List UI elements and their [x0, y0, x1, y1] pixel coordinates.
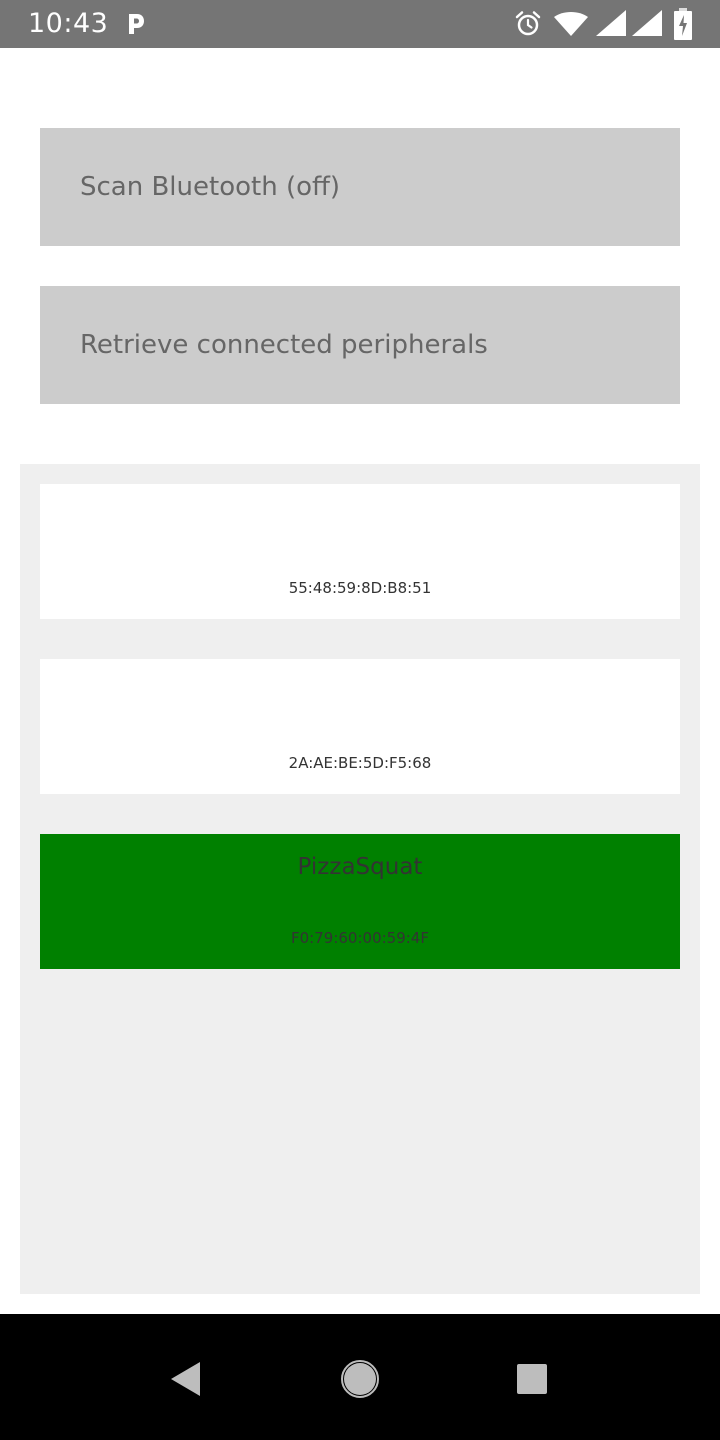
device-row-connected[interactable]: PizzaSquat F0:79:60:00:59:4F [40, 834, 680, 969]
back-icon[interactable] [160, 1354, 210, 1404]
device-id: 55:48:59:8D:B8:51 [288, 579, 432, 597]
device-row[interactable]: 2A:AE:BE:5D:F5:68 [40, 659, 680, 794]
home-icon[interactable] [335, 1354, 385, 1404]
status-time: 10:43 [28, 8, 109, 39]
device-id: F0:79:60:00:59:4F [291, 929, 429, 947]
recents-icon[interactable] [507, 1354, 557, 1404]
device-row[interactable]: 55:48:59:8D:B8:51 [40, 484, 680, 619]
device-id: 2A:AE:BE:5D:F5:68 [288, 754, 432, 772]
scan-bluetooth-label: Scan Bluetooth (off) [80, 172, 341, 202]
signal-icon [632, 10, 662, 36]
status-bar: 10:43 [0, 0, 720, 48]
retrieve-peripherals-button[interactable]: Retrieve connected peripherals [40, 286, 680, 404]
parking-app-icon [129, 14, 144, 34]
retrieve-peripherals-label: Retrieve connected peripherals [80, 330, 488, 360]
signal-icon [596, 10, 626, 36]
alarm-icon [515, 11, 541, 36]
navigation-bar [0, 1314, 720, 1440]
device-list[interactable]: 55:48:59:8D:B8:51 2A:AE:BE:5D:F5:68 Pizz… [20, 464, 700, 1294]
device-name: PizzaSquat [297, 854, 423, 880]
battery-charging-icon [674, 8, 692, 40]
scan-bluetooth-button[interactable]: Scan Bluetooth (off) [40, 128, 680, 246]
wifi-icon [554, 12, 588, 36]
